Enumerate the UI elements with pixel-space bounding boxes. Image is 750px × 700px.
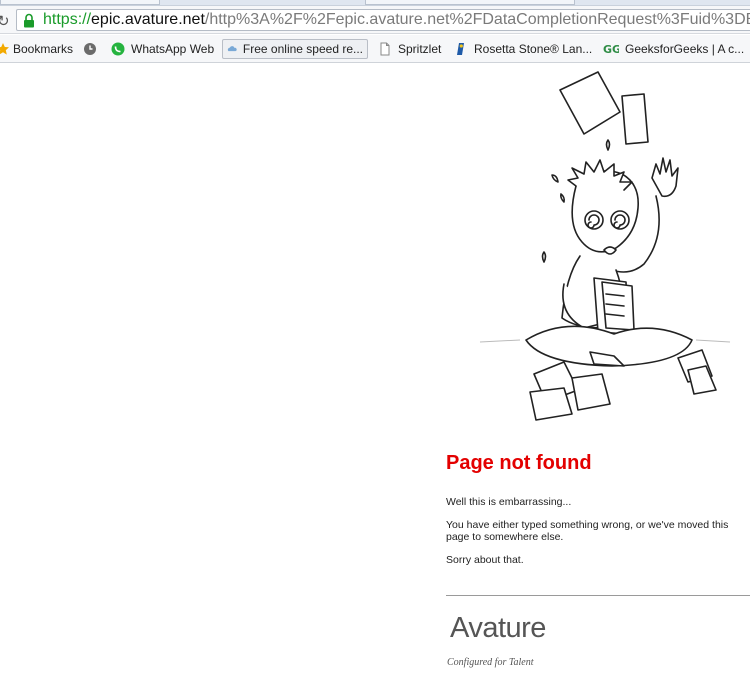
- reload-icon[interactable]: ↻: [0, 12, 10, 30]
- url-host: epic.avature.net: [91, 11, 205, 28]
- inactive-tab-edge[interactable]: [365, 0, 575, 5]
- page-icon: [380, 42, 390, 56]
- divider: [446, 595, 750, 596]
- bookmark-geeksforgeeks[interactable]: GG GeeksforGeeks | A c...: [603, 39, 744, 59]
- bookmark-history[interactable]: [83, 39, 97, 59]
- star-icon: [0, 43, 9, 55]
- moved-message: You have either typed something wrong, o…: [446, 519, 729, 543]
- apology-message: Sorry about that.: [446, 554, 524, 566]
- page-title: Page not found: [446, 452, 592, 474]
- url-protocol: https://: [43, 11, 92, 28]
- clock-icon: [84, 43, 96, 55]
- url-path: /http%3A%2F%2Fepic.avature.net%2FDataCom…: [204, 11, 750, 28]
- url-text: https://epic.avature.net/http%3A%2F%2Fep…: [43, 11, 750, 29]
- address-bar[interactable]: https://epic.avature.net/http%3A%2F%2Fep…: [16, 9, 750, 31]
- bookmark-spritzlet[interactable]: Spritzlet: [378, 39, 441, 59]
- bookmark-label: GeeksforGeeks | A c...: [625, 42, 745, 56]
- active-tab-edge[interactable]: [0, 0, 160, 5]
- bookmark-whatsapp[interactable]: WhatsApp Web: [111, 39, 214, 59]
- rosetta-stone-icon: [457, 43, 464, 55]
- avature-logo[interactable]: Avature: [450, 612, 546, 645]
- bookmarks-bar: Bookmarks WhatsApp Web Free online speed…: [0, 35, 750, 63]
- bookmark-speed-reading[interactable]: Free online speed re...: [222, 39, 368, 59]
- embarrassed-message: Well this is embarrassing...: [446, 496, 572, 508]
- stressed-person-illustration: [479, 71, 731, 421]
- browser-toolbar: ↻ https://epic.avature.net/http%3A%2F%2F…: [0, 6, 750, 34]
- bookmark-rosetta-stone[interactable]: Rosetta Stone® Lan...: [454, 39, 592, 59]
- bookmark-label: Free online speed re...: [242, 42, 363, 56]
- bookmark-bookmarks[interactable]: Bookmarks: [0, 39, 73, 59]
- cloud-icon: [227, 46, 237, 52]
- svg-text:GG: GG: [603, 43, 619, 56]
- whatsapp-icon: [111, 42, 125, 56]
- lock-icon: [24, 13, 34, 28]
- bookmark-label: Rosetta Stone® Lan...: [474, 42, 593, 56]
- bookmark-label: Spritzlet: [398, 42, 442, 56]
- bookmark-label: Bookmarks: [13, 42, 74, 56]
- logo-tagline: Configured for Talent: [447, 657, 534, 668]
- bookmark-label: WhatsApp Web: [131, 42, 215, 56]
- geeksforgeeks-icon: GG: [603, 43, 619, 56]
